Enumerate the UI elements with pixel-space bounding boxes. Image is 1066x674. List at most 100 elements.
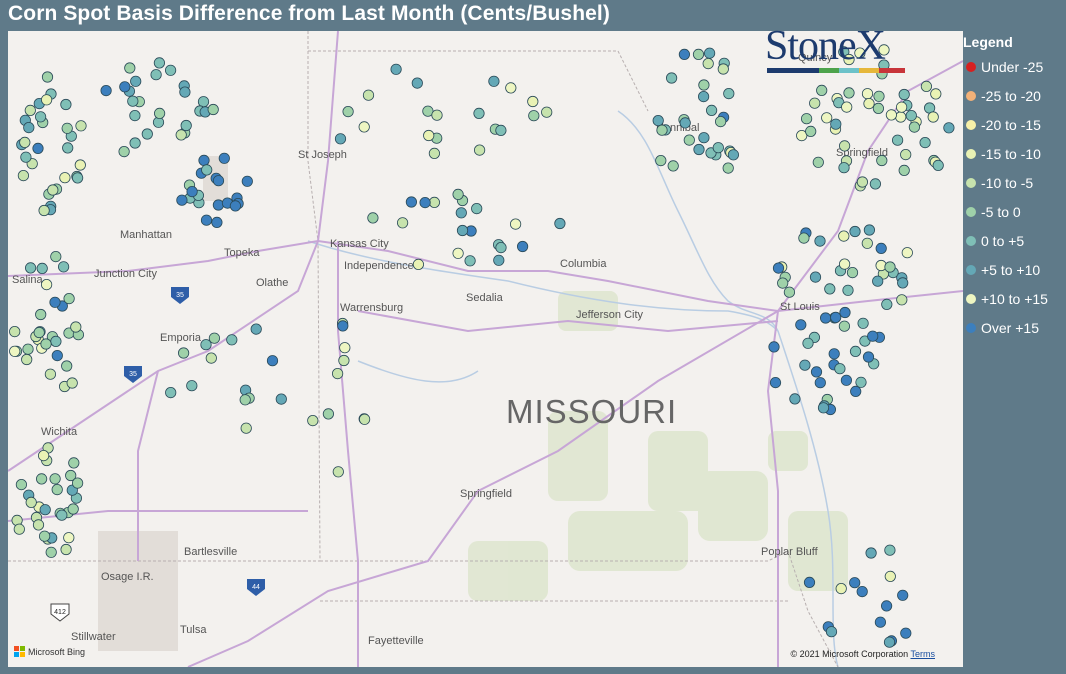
station-point[interactable] [884,261,896,273]
station-point[interactable] [789,393,801,405]
station-point[interactable] [226,334,238,346]
station-point[interactable] [817,402,830,414]
station-point[interactable] [40,338,52,350]
station-point[interactable] [15,478,27,491]
station-point[interactable] [783,286,796,298]
station-point[interactable] [50,251,62,263]
station-point[interactable] [795,319,807,331]
station-point[interactable] [218,152,230,164]
station-point[interactable] [50,335,62,347]
station-point[interactable] [45,546,57,558]
station-point[interactable] [21,353,33,366]
station-point[interactable] [505,82,517,94]
station-point[interactable] [23,122,35,134]
station-point[interactable] [652,115,664,127]
station-point[interactable] [840,374,853,386]
station-point[interactable] [66,377,78,389]
station-point[interactable] [885,109,898,121]
station-point[interactable] [358,413,371,425]
station-point[interactable] [9,325,21,338]
station-point[interactable] [75,120,87,132]
station-point[interactable] [768,341,780,353]
station-point[interactable] [342,106,354,118]
station-point[interactable] [865,547,877,559]
station-point[interactable] [47,184,59,196]
station-point[interactable] [509,218,522,230]
station-point[interactable] [872,275,884,287]
station-point[interactable] [876,154,888,167]
station-point[interactable] [178,347,190,359]
station-point[interactable] [679,117,691,129]
station-point[interactable] [40,279,53,291]
station-point[interactable] [130,75,142,87]
station-point[interactable] [362,89,375,101]
station-point[interactable] [211,216,223,228]
station-point[interactable] [241,175,253,187]
station-point[interactable] [819,312,832,324]
station-point[interactable] [38,204,50,217]
station-point[interactable] [61,360,73,372]
station-point[interactable] [456,224,469,237]
station-point[interactable] [22,343,34,355]
station-point[interactable] [855,376,867,388]
station-point[interactable] [825,626,838,638]
station-point[interactable] [872,102,885,115]
station-point[interactable] [495,124,507,137]
station-point[interactable] [810,366,823,378]
station-point[interactable] [339,342,351,354]
station-point[interactable] [908,121,921,133]
station-point[interactable] [367,212,379,224]
station-point[interactable] [883,636,896,648]
station-point[interactable] [828,348,840,360]
station-point[interactable] [800,113,813,125]
station-point[interactable] [56,509,68,521]
station-point[interactable] [212,175,225,187]
station-point[interactable] [180,119,192,132]
station-point[interactable] [32,142,44,155]
station-point[interactable] [772,262,785,274]
station-point[interactable] [70,321,82,333]
station-point[interactable] [150,69,162,81]
station-point[interactable] [857,317,869,329]
station-point[interactable] [72,477,84,489]
station-point[interactable] [488,75,500,87]
station-point[interactable] [197,96,210,108]
station-point[interactable] [100,84,112,97]
station-point[interactable] [51,483,63,496]
station-point[interactable] [44,368,57,380]
station-point[interactable] [67,503,79,515]
station-point[interactable] [714,116,727,128]
station-point[interactable] [692,48,705,61]
station-point[interactable] [702,57,714,70]
station-point[interactable] [769,376,782,389]
station-point[interactable] [266,355,279,367]
station-point[interactable] [493,254,505,266]
station-point[interactable] [717,63,729,75]
station-point[interactable] [200,339,212,351]
station-point[interactable] [705,104,718,117]
station-point[interactable] [471,203,483,215]
station-point[interactable] [153,57,165,69]
station-point[interactable] [900,627,912,639]
station-point[interactable] [74,159,86,171]
station-point[interactable] [898,164,910,176]
station-point[interactable] [896,294,908,306]
station-point[interactable] [40,94,53,106]
station-point[interactable] [838,320,851,332]
station-point[interactable] [240,422,252,434]
station-point[interactable] [332,466,344,478]
station-point[interactable] [824,283,836,295]
station-point[interactable] [830,311,842,323]
station-point[interactable] [697,90,710,103]
station-point[interactable] [863,224,876,236]
station-point[interactable] [36,262,48,274]
station-point[interactable] [932,159,944,171]
station-point[interactable] [849,225,861,238]
station-point[interactable] [838,258,851,270]
station-point[interactable] [861,237,873,249]
station-point[interactable] [390,63,402,75]
station-point[interactable] [900,149,912,161]
station-point[interactable] [186,186,198,198]
station-point[interactable] [198,154,210,166]
station-point[interactable] [229,200,241,212]
